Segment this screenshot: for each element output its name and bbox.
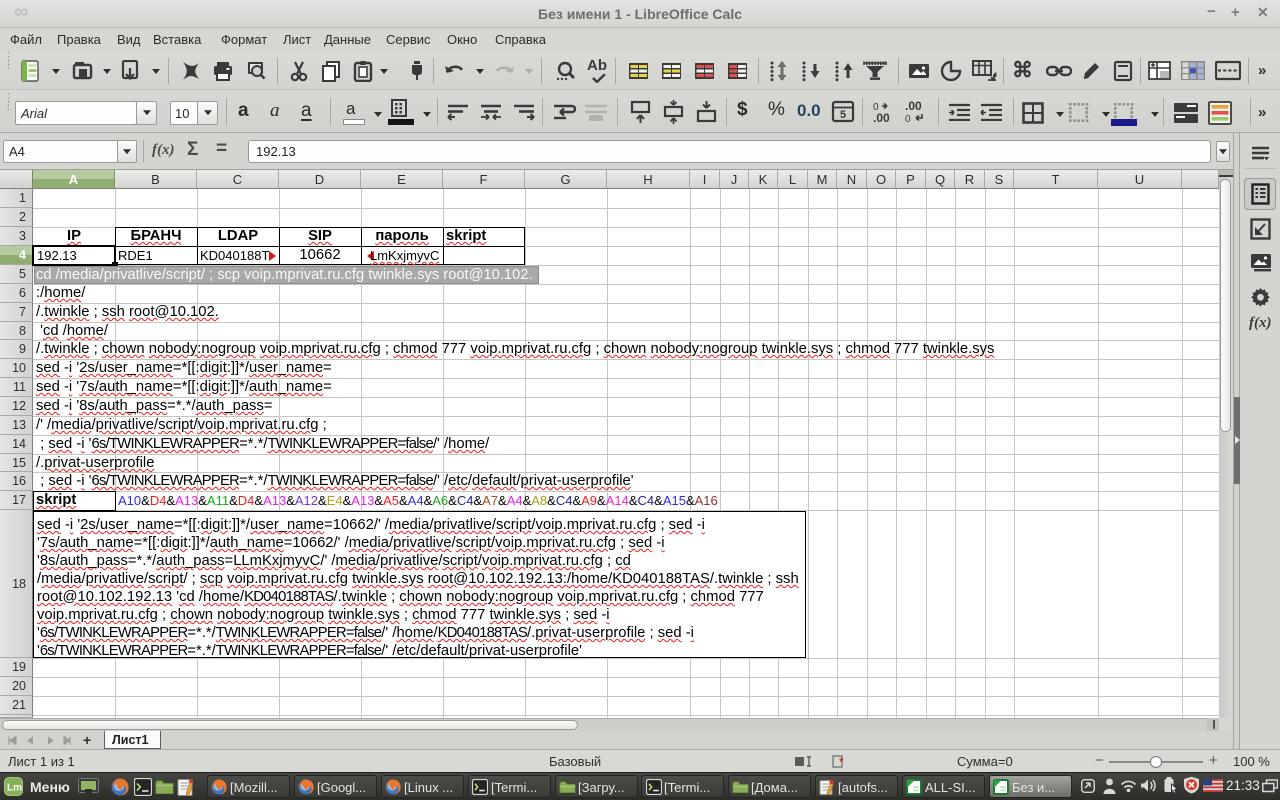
svg-text:.00: .00 [905, 100, 922, 113]
svg-text:0: 0 [905, 114, 911, 124]
svg-text:Lm: Lm [7, 783, 22, 794]
svg-text:*: * [839, 755, 844, 768]
svg-text:5: 5 [840, 109, 846, 121]
svg-text:.00: .00 [873, 111, 890, 124]
